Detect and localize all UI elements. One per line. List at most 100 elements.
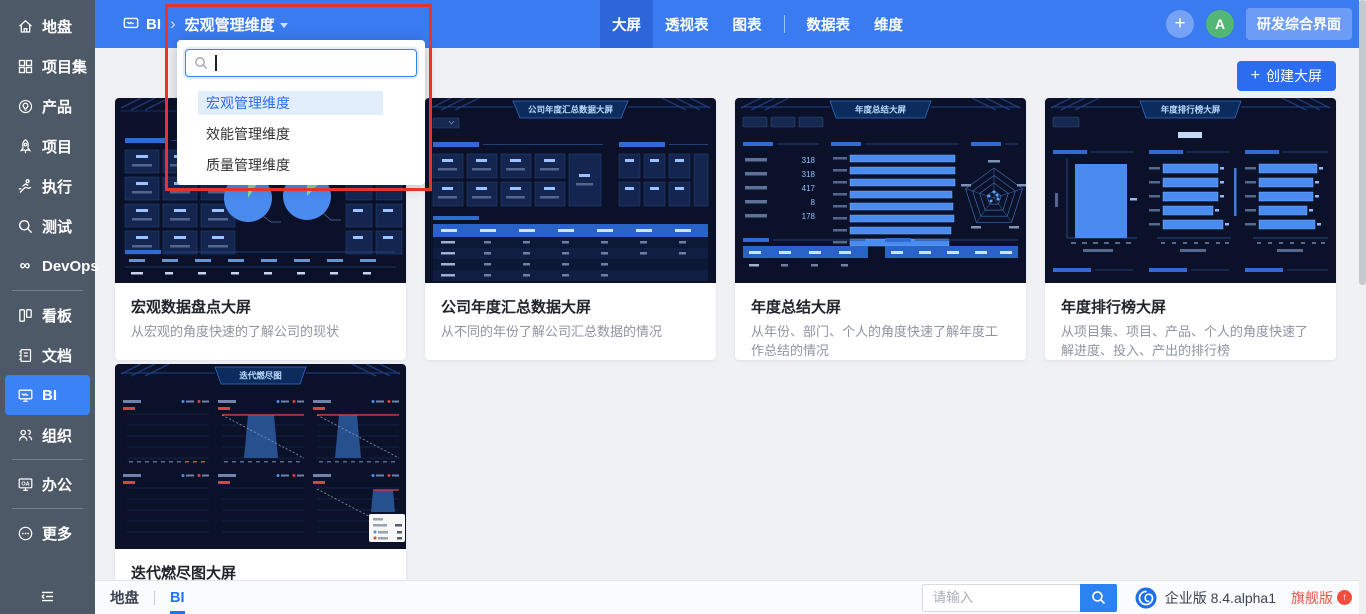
card-thumbnail-burndown: 迭代燃尽图 <box>115 364 406 549</box>
footer-search-button[interactable] <box>1079 583 1117 612</box>
sidebar-item-label: 执行 <box>42 178 73 196</box>
sidebar: 地盘 项目集 产品 项目 执行 测试 ∞ DevOps 看板 文档 BI 组织 <box>0 0 99 614</box>
sidebar-collapse-button[interactable] <box>0 578 95 614</box>
search-icon <box>1091 591 1105 605</box>
svg-text:417: 417 <box>802 184 816 193</box>
sidebar-item-label: 看板 <box>42 307 73 325</box>
card-desc: 从不同的年份了解公司汇总数据的情况 <box>441 324 663 339</box>
sidebar-divider <box>12 459 83 460</box>
sidebar-item-label: 测试 <box>42 218 73 236</box>
sidebar-item-label: 更多 <box>42 525 73 543</box>
create-bigscreen-button[interactable]: + 创建大屏 <box>1236 61 1336 91</box>
card-thumbnail-annual-report: 年度总结大屏 318 318 417 8 178 <box>735 98 1026 283</box>
bi-monitor-icon <box>16 386 34 404</box>
footer-tab-divider <box>154 590 155 605</box>
page-scrollbar[interactable] <box>1359 0 1366 614</box>
card-thumbnail-annual-summary: 公司年度汇总数据大屏 <box>425 98 716 283</box>
sidebar-item-doc[interactable]: 文档 <box>0 335 95 375</box>
test-magnifier-icon <box>16 217 34 235</box>
card-desc: 从年份、部门、个人的角度快速了解年度工作总结的情况 <box>751 324 999 358</box>
program-grid-icon <box>16 57 34 75</box>
card-annual-report[interactable]: 年度总结大屏 318 318 417 8 178 年度总结大屏 从年份、部门、个… <box>735 98 1026 360</box>
plus-icon: + <box>1250 66 1260 84</box>
header-right-controls: + A 研发综合界面 <box>1166 0 1352 48</box>
upgrade-link[interactable]: 旗舰版 <box>1291 588 1333 608</box>
svg-text:OA: OA <box>21 481 29 487</box>
breadcrumb: BI › 宏观管理维度 <box>95 14 288 35</box>
devops-infinity-icon: ∞ <box>19 257 31 274</box>
svg-text:年度排行榜大屏: 年度排行榜大屏 <box>1161 105 1221 115</box>
product-bulb-icon <box>16 97 34 115</box>
tab-datatable[interactable]: 数据表 <box>795 0 863 48</box>
current-dimension-label: 宏观管理维度 <box>184 16 275 34</box>
card-thumbnail-annual-ranking: 年度排行榜大屏 <box>1045 98 1336 283</box>
svg-text:318: 318 <box>802 170 816 179</box>
card-desc: 从宏观的角度快速的了解公司的现状 <box>131 324 340 339</box>
tab-divider <box>783 15 785 33</box>
sidebar-item-label: DevOps <box>42 257 99 275</box>
sidebar-item-label: 地盘 <box>42 18 73 36</box>
sidebar-item-oa[interactable]: OA 办公 <box>0 464 95 504</box>
card-info: 年度排行榜大屏 从项目集、项目、产品、个人的角度快速了解进度、投入、产出的排行榜 <box>1045 283 1336 360</box>
sidebar-item-label: 办公 <box>42 476 73 494</box>
sidebar-item-devops[interactable]: ∞ DevOps <box>0 246 99 286</box>
page-scrollbar-thumb[interactable] <box>1359 0 1366 285</box>
create-bigscreen-label: 创建大屏 <box>1266 68 1322 84</box>
tab-bigscreen[interactable]: 大屏 <box>600 0 653 48</box>
header-tabs: 大屏 透视表 图表 数据表 维度 <box>600 0 915 48</box>
tab-dimension[interactable]: 维度 <box>862 0 915 48</box>
sidebar-item-kanban[interactable]: 看板 <box>0 295 95 335</box>
sidebar-item-label: 项目 <box>42 138 73 156</box>
svg-text:迭代燃尽图: 迭代燃尽图 <box>239 371 282 381</box>
footer-tab-dashboard[interactable]: 地盘 <box>110 581 139 614</box>
sidebar-item-dashboard[interactable]: 地盘 <box>0 6 95 46</box>
breadcrumb-separator-icon: › <box>170 14 176 33</box>
card-desc: 从项目集、项目、产品、个人的角度快速了解进度、投入、产出的排行榜 <box>1061 324 1309 358</box>
sidebar-item-project[interactable]: 项目 <box>0 126 95 166</box>
sidebar-item-execution[interactable]: 执行 <box>0 166 95 206</box>
chevron-down-icon <box>279 22 288 28</box>
dimension-option-quality[interactable]: 质量管理维度 <box>198 153 383 177</box>
add-button[interactable]: + <box>1166 10 1194 38</box>
zentao-logo-icon[interactable] <box>1135 587 1157 609</box>
sidebar-item-org[interactable]: 组织 <box>0 415 95 455</box>
execution-runner-icon <box>16 177 34 195</box>
avatar[interactable]: A <box>1206 10 1234 38</box>
footer-search-input[interactable] <box>921 583 1080 612</box>
dimension-dropdown-trigger[interactable]: 宏观管理维度 <box>185 14 288 35</box>
sidebar-item-bi[interactable]: BI <box>5 375 90 415</box>
dimension-dropdown-panel: 宏观管理维度 效能管理维度 质量管理维度 <box>177 40 425 185</box>
kanban-icon <box>16 306 34 324</box>
card-title: 公司年度汇总数据大屏 <box>441 299 592 316</box>
dimension-option-list: 宏观管理维度 效能管理维度 质量管理维度 <box>198 91 425 177</box>
footer-tab-bi[interactable]: BI <box>170 581 185 614</box>
sidebar-item-program[interactable]: 项目集 <box>0 46 95 86</box>
breadcrumb-app-bi[interactable]: BI <box>122 15 161 33</box>
sidebar-item-product[interactable]: 产品 <box>0 86 95 126</box>
project-rocket-icon <box>16 137 34 155</box>
tab-pivot[interactable]: 透视表 <box>653 0 721 48</box>
workspace-switch-button[interactable]: 研发综合界面 <box>1246 8 1352 40</box>
sidebar-item-more[interactable]: 更多 <box>0 513 95 553</box>
tab-chart[interactable]: 图表 <box>721 0 774 48</box>
card-info: 公司年度汇总数据大屏 从不同的年份了解公司汇总数据的情况 <box>425 283 716 360</box>
svg-text:公司年度汇总数据大屏: 公司年度汇总数据大屏 <box>528 105 614 115</box>
card-annual-ranking[interactable]: 年度排行榜大屏 年度排行榜大屏 从项目集、项目、产品、个人的角度快速了解进度、投… <box>1045 98 1336 360</box>
upgrade-arrow-badge[interactable]: ↑ <box>1337 590 1352 605</box>
more-icon <box>16 524 34 542</box>
dimension-search-input[interactable] <box>185 49 417 77</box>
card-title: 年度总结大屏 <box>751 299 842 316</box>
text-cursor <box>215 55 217 71</box>
svg-text:318: 318 <box>802 156 816 165</box>
card-title: 年度排行榜大屏 <box>1061 299 1167 316</box>
card-burndown[interactable]: 迭代燃尽图 迭代燃尽图大屏 <box>115 364 406 614</box>
svg-text:年度总结大屏: 年度总结大屏 <box>855 105 907 115</box>
sidebar-item-test[interactable]: 测试 <box>0 206 95 246</box>
svg-text:8: 8 <box>811 198 816 207</box>
dimension-option-macro[interactable]: 宏观管理维度 <box>198 91 383 115</box>
card-annual-summary-data[interactable]: 公司年度汇总数据大屏 公司年度汇总数据大屏 从不同的年份了解公司汇总数据的情况 <box>425 98 716 360</box>
dimension-option-efficiency[interactable]: 效能管理维度 <box>198 122 383 146</box>
footer-right: 企业版 8.4.alpha1 旗舰版 ↑ <box>921 583 1352 612</box>
sidebar-item-label: BI <box>42 386 57 404</box>
sidebar-item-label: 组织 <box>42 427 73 445</box>
